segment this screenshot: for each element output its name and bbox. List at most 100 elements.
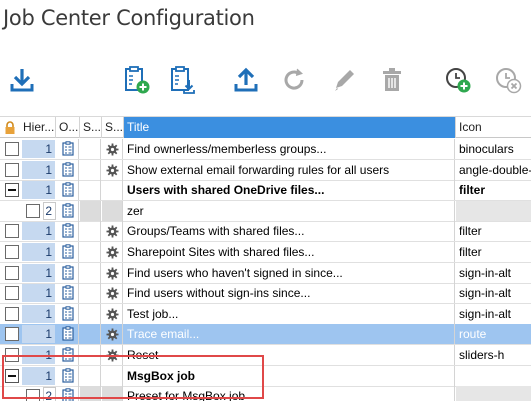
job-icon-name: [456, 200, 531, 221]
row-checkbox[interactable]: [5, 265, 19, 280]
gear-icon[interactable]: [102, 324, 123, 345]
row-checkbox[interactable]: [5, 327, 19, 342]
hierarchy-level: 1: [22, 263, 55, 282]
table-row[interactable]: 1 Find ownerless/memberless groups... bino…: [0, 139, 531, 160]
status-cell: [80, 303, 101, 324]
edit-pencil-icon[interactable]: [326, 62, 362, 98]
clipboard-icon[interactable]: [56, 242, 79, 262]
job-icon-name: filter: [459, 245, 482, 259]
job-title[interactable]: Show external email forwarding rules for…: [124, 159, 455, 180]
job-title[interactable]: Sharepoint Sites with shared files...: [124, 242, 455, 262]
gear-icon[interactable]: [102, 180, 123, 201]
status-cell: [80, 242, 101, 262]
job-icon-name: [456, 366, 531, 386]
status-cell: [80, 200, 101, 221]
row-checkbox[interactable]: [5, 245, 19, 259]
job-icon-name: filter: [459, 183, 486, 198]
gear-icon[interactable]: [102, 242, 123, 262]
hierarchy-level: 1: [22, 160, 55, 179]
status-cell: [80, 324, 101, 345]
download-icon[interactable]: [4, 62, 40, 98]
collapse-toggle[interactable]: [5, 183, 19, 198]
hierarchy-level: 1: [22, 325, 55, 344]
lock-icon[interactable]: [0, 117, 22, 138]
hierarchy-level: 2: [43, 201, 56, 220]
job-icon-name: sliders-h: [459, 348, 505, 362]
clipboard-icon[interactable]: [56, 324, 79, 345]
schedule-add-icon[interactable]: [440, 62, 476, 98]
selection-highlight-box: [2, 355, 264, 399]
row-checkbox[interactable]: [5, 306, 19, 321]
table-row[interactable]: 1 Test job... sign-in-alt: [0, 303, 531, 325]
column-header-hierarchy[interactable]: Hier...: [20, 117, 56, 138]
gear-icon[interactable]: [102, 159, 123, 180]
job-title[interactable]: Groups/Teams with shared files...: [124, 221, 455, 242]
job-title[interactable]: Test job...: [124, 303, 455, 324]
row-checkbox[interactable]: [5, 286, 19, 301]
upload-icon[interactable]: [228, 62, 264, 98]
job-title[interactable]: Find users who haven't signed in since..…: [124, 262, 455, 283]
gear-icon[interactable]: [102, 200, 123, 221]
status-cell: [80, 221, 101, 242]
table-row[interactable]: 1 Trace email... route: [0, 324, 531, 346]
row-checkbox[interactable]: [5, 142, 19, 156]
clipboard-icon[interactable]: [56, 262, 79, 283]
hierarchy-level: 1: [22, 304, 55, 323]
clipboard-icon[interactable]: [56, 139, 79, 159]
row-checkbox[interactable]: [5, 162, 19, 177]
job-icon-name: binoculars: [459, 142, 514, 156]
job-icon-name: [456, 386, 531, 401]
column-header-title[interactable]: Title: [124, 117, 456, 138]
hierarchy-level: 1: [22, 181, 55, 200]
table-row[interactable]: 1 Show external email forwarding rules fo…: [0, 159, 531, 181]
gear-icon[interactable]: [102, 139, 123, 159]
table-row[interactable]: 1 Sharepoint Sites with shared files... fi…: [0, 242, 531, 263]
job-icon-name: angle-double-: [459, 162, 531, 177]
table-row[interactable]: 1 Users with shared OneDrive files... filt…: [0, 180, 531, 202]
clipboard-icon[interactable]: [56, 283, 79, 304]
job-title[interactable]: Users with shared OneDrive files...: [124, 180, 455, 201]
clipboard-icon[interactable]: [56, 200, 79, 221]
job-icon-name: sign-in-alt: [459, 286, 512, 301]
page-title: Job Center Configuration: [3, 6, 255, 30]
table-row[interactable]: 2 zer: [0, 200, 531, 222]
column-header-s2[interactable]: S...: [102, 117, 124, 138]
toolbar: [0, 56, 531, 106]
gear-icon[interactable]: [102, 221, 123, 242]
gear-icon[interactable]: [102, 303, 123, 324]
row-checkbox[interactable]: [26, 203, 40, 218]
schedule-remove-icon[interactable]: [490, 62, 526, 98]
job-title[interactable]: Find ownerless/memberless groups...: [124, 139, 455, 159]
table-row[interactable]: 1 Find users who haven't signed in since.…: [0, 262, 531, 284]
column-header-s1[interactable]: S...: [80, 117, 102, 138]
column-header-o[interactable]: O...: [56, 117, 80, 138]
column-header-icon[interactable]: Icon: [456, 117, 531, 138]
clipboard-icon[interactable]: [56, 221, 79, 242]
clipboard-icon[interactable]: [56, 303, 79, 324]
hierarchy-level: 1: [22, 243, 55, 261]
job-title[interactable]: Find users without sign-ins since...: [124, 283, 455, 304]
job-title[interactable]: Trace email...: [124, 324, 455, 345]
grid-header: Hier... O... S... S... Title Icon: [0, 117, 531, 138]
job-icon-name: route: [459, 327, 487, 342]
gear-icon[interactable]: [102, 283, 123, 304]
hierarchy-level: 1: [22, 284, 55, 303]
status-cell: [80, 262, 101, 283]
clipboard-icon[interactable]: [56, 159, 79, 180]
job-icon-name: sign-in-alt: [459, 306, 512, 321]
status-cell: [80, 139, 101, 159]
clipboard-download-icon[interactable]: [164, 62, 200, 98]
clipboard-icon[interactable]: [56, 180, 79, 201]
job-icon-name: filter: [459, 224, 482, 239]
refresh-icon[interactable]: [276, 62, 312, 98]
clipboard-add-icon[interactable]: [118, 62, 154, 98]
status-cell: [80, 159, 101, 180]
table-row[interactable]: 1 Groups/Teams with shared files... filter: [0, 221, 531, 243]
hierarchy-level: 1: [22, 140, 55, 158]
table-row[interactable]: 1 Find users without sign-ins since... sig…: [0, 283, 531, 305]
trash-icon[interactable]: [374, 62, 410, 98]
job-icon-name: sign-in-alt: [459, 265, 512, 280]
job-title[interactable]: zer: [124, 200, 455, 221]
gear-icon[interactable]: [102, 262, 123, 283]
row-checkbox[interactable]: [5, 224, 19, 239]
